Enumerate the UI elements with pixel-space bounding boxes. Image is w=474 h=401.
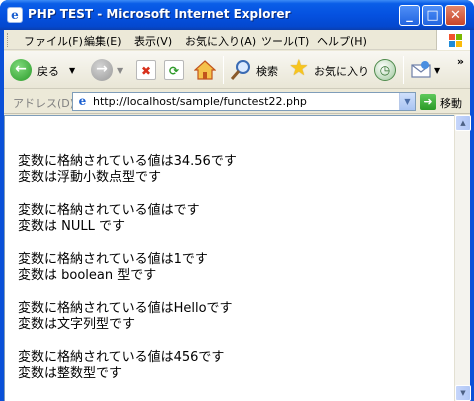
title-bar[interactable]: e PHP TEST - Microsoft Internet Explorer… xyxy=(0,0,474,30)
page-icon: e xyxy=(78,94,87,108)
back-label: 戻る xyxy=(37,65,59,78)
history-button[interactable]: ◷ xyxy=(372,57,398,83)
address-label: アドレス(D) xyxy=(13,97,75,110)
search-icon xyxy=(230,60,250,80)
output-line: 変数は文字列型です xyxy=(18,317,136,332)
output-line: 変数に格納されている値はです xyxy=(18,203,200,218)
back-dropdown-icon[interactable]: ▼ xyxy=(69,66,75,75)
page-content[interactable]: 変数に格納されている値は34.56です 変数は浮動小数点型です 変数に格納されて… xyxy=(4,115,454,401)
go-arrow-icon: ➜ xyxy=(420,94,436,110)
forward-button[interactable]: → ▼ xyxy=(91,57,127,83)
output-line: 変数は NULL です xyxy=(18,219,125,234)
vertical-scrollbar[interactable]: ▲ ▼ xyxy=(454,115,471,401)
windows-flag-icon xyxy=(436,30,470,50)
menu-file[interactable]: ファイル(F) xyxy=(24,33,83,49)
mail-dropdown-icon[interactable]: ▼ xyxy=(434,66,440,75)
toolbar-separator xyxy=(403,56,404,84)
favorites-label: お気に入り xyxy=(314,65,369,78)
address-url[interactable]: http://localhost/sample/functest22.php xyxy=(93,95,307,108)
browser-window: e PHP TEST - Microsoft Internet Explorer… xyxy=(0,0,474,401)
mail-icon xyxy=(411,61,431,78)
window-title: PHP TEST - Microsoft Internet Explorer xyxy=(28,7,291,21)
search-label: 検索 xyxy=(256,65,278,78)
output-line: 変数に格納されている値は1です xyxy=(18,252,208,267)
minimize-button[interactable]: _ xyxy=(399,5,420,26)
close-button[interactable]: ✕ xyxy=(445,5,466,26)
menu-favorites[interactable]: お気に入り(A) xyxy=(185,33,256,49)
go-label: 移動 xyxy=(440,97,462,110)
output-line: 変数は浮動小数点型です xyxy=(18,170,162,185)
forward-dropdown-icon[interactable]: ▼ xyxy=(117,66,123,75)
search-button[interactable]: 検索 xyxy=(228,57,284,83)
standard-toolbar: ← 戻る ▼ → ▼ ✖ ⟳ 検索 ★ お気に入り ◷ ▼ » xyxy=(4,51,470,89)
maximize-button[interactable]: □ xyxy=(422,5,443,26)
home-icon xyxy=(194,60,216,80)
menu-help[interactable]: ヘルプ(H) xyxy=(317,33,367,49)
toolbar-more-chevron-icon[interactable]: » xyxy=(457,55,464,68)
history-icon: ◷ xyxy=(374,59,396,81)
output-line: 変数に格納されている値はHelloです xyxy=(18,301,233,316)
refresh-button[interactable]: ⟳ xyxy=(162,57,186,83)
back-button[interactable]: ← 戻る ▼ xyxy=(8,57,86,83)
mail-button[interactable]: ▼ xyxy=(408,57,442,83)
address-bar: アドレス(D) e http://localhost/sample/functe… xyxy=(4,90,470,114)
go-button[interactable]: ➜ 移動 xyxy=(420,93,470,111)
scroll-up-icon[interactable]: ▲ xyxy=(455,115,471,131)
toolbar-separator xyxy=(223,56,224,84)
back-arrow-icon: ← xyxy=(10,59,32,81)
output-line: 変数に格納されている値は34.56です xyxy=(18,154,237,169)
output-line: 変数は boolean 型です xyxy=(18,268,157,283)
menu-bar: ファイル(F) 編集(E) 表示(V) お気に入り(A) ツール(T) ヘルプ(… xyxy=(4,30,470,50)
ie-logo-icon: e xyxy=(7,7,23,23)
output-line: 変数に格納されている値は456です xyxy=(18,350,225,365)
output-text: 変数に格納されている値は34.56です 変数は浮動小数点型です 変数に格納されて… xyxy=(18,154,237,382)
window-frame: ファイル(F) 編集(E) 表示(V) お気に入り(A) ツール(T) ヘルプ(… xyxy=(4,30,471,401)
scroll-down-icon[interactable]: ▼ xyxy=(455,385,471,401)
favorites-star-icon: ★ xyxy=(289,56,309,81)
address-input[interactable]: e http://localhost/sample/functest22.php… xyxy=(72,92,416,111)
home-button[interactable] xyxy=(192,57,218,83)
menu-edit[interactable]: 編集(E) xyxy=(84,33,122,49)
menu-view[interactable]: 表示(V) xyxy=(134,33,172,49)
stop-icon: ✖ xyxy=(136,60,156,80)
menu-tools[interactable]: ツール(T) xyxy=(261,33,309,49)
favorites-button[interactable]: ★ お気に入り xyxy=(287,57,369,83)
output-line: 変数は整数型です xyxy=(18,366,123,381)
refresh-icon: ⟳ xyxy=(164,60,184,80)
stop-button[interactable]: ✖ xyxy=(134,57,158,83)
menu-grip[interactable] xyxy=(7,33,10,47)
address-dropdown-icon[interactable]: ▼ xyxy=(399,93,415,110)
forward-arrow-icon: → xyxy=(91,59,113,81)
